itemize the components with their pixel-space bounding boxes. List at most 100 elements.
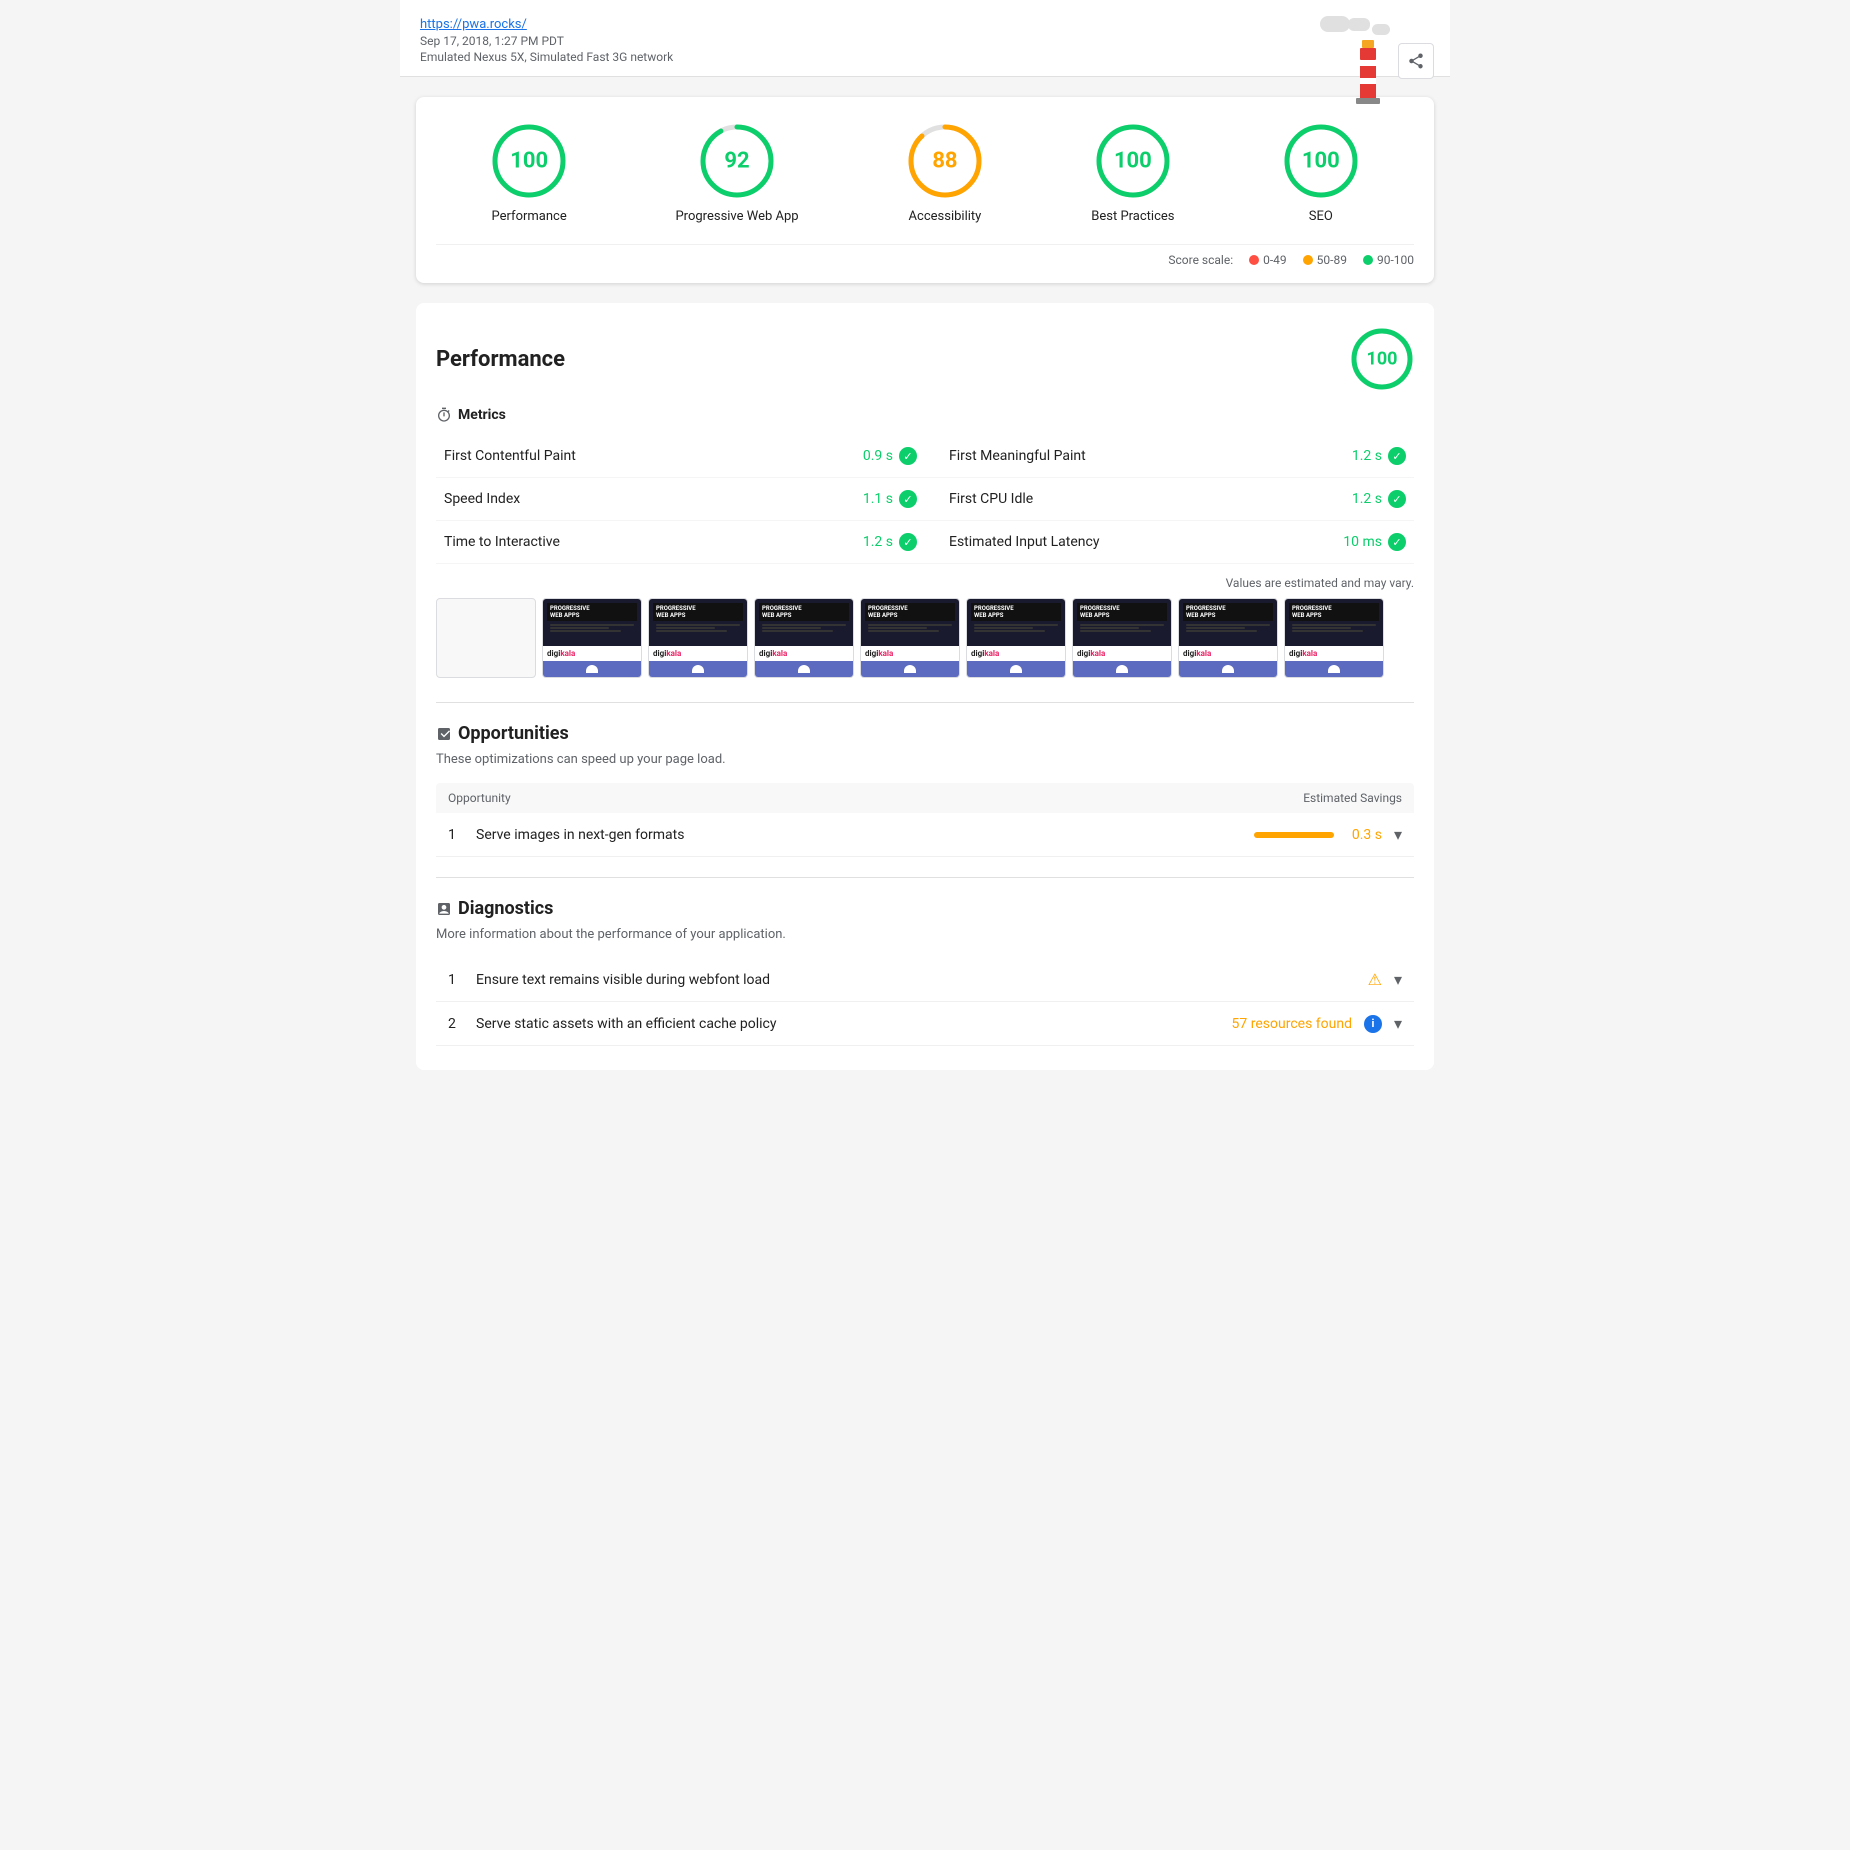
diagnostics-list: 1 Ensure text remains visible during web… [436,958,1414,1046]
metric-value: 1.2 s ✓ [1352,447,1406,465]
metric-name: Time to Interactive [444,534,560,550]
frame-arch [1328,665,1340,673]
green-dot [1363,255,1373,265]
score-item-accessibility: 88 Accessibility [905,121,985,224]
check-icon: ✓ [899,490,917,508]
score-label: Best Practices [1091,209,1174,224]
scale-label: Score scale: [1168,253,1233,267]
red-dot [1249,255,1259,265]
metric-name: First Meaningful Paint [949,448,1086,464]
score-number: 88 [932,149,957,174]
frame-arch [1010,665,1022,673]
opp-name: Serve images in next-gen formats [476,827,1242,843]
diag-status: ⚠ [1368,970,1382,989]
frame-arch [1222,665,1234,673]
metrics-left-col: First Contentful Paint 0.9 s ✓ Speed Ind… [436,435,925,564]
frame-bottom [967,661,1065,677]
score-number: 100 [1302,149,1340,174]
filmstrip-frame: PROGRESSIVEWEB APPS digikala [542,598,642,678]
score-number: 100 [1114,149,1152,174]
frame-content: PROGRESSIVEWEB APPS digikala [543,599,641,677]
opp-num: 1 [448,827,464,843]
scale-red: 0-49 [1249,253,1287,267]
lighthouse-svg [1346,36,1390,106]
scores-row: 100 Performance 92 Progressive Web App 8… [436,121,1414,224]
frame-logo: digikala [1179,646,1277,661]
expand-chevron-icon[interactable]: ▾ [1394,825,1402,844]
opportunities-desc: These optimizations can speed up your pa… [436,752,1414,767]
expand-chevron-icon[interactable]: ▾ [1394,970,1402,989]
score-item-best-practices: 100 Best Practices [1091,121,1174,224]
frame-bottom [543,661,641,677]
share-icon [1407,52,1425,70]
orange-dot [1303,255,1313,265]
scale-orange: 50-89 [1303,253,1347,267]
frame-content: PROGRESSIVEWEB APPS digikala [649,599,747,677]
warning-icon: ⚠ [1368,970,1382,989]
values-note: Values are estimated and may vary. [436,576,1414,590]
share-button[interactable] [1398,43,1434,79]
frame-bottom [755,661,853,677]
frame-content: PROGRESSIVEWEB APPS digikala [861,599,959,677]
check-icon: ✓ [1388,533,1406,551]
metric-row: First Contentful Paint 0.9 s ✓ [436,435,925,478]
page-url[interactable]: https://pwa.rocks/ [420,17,527,32]
frame-top: PROGRESSIVEWEB APPS [649,599,747,646]
score-item-seo: 100 SEO [1281,121,1361,224]
score-circle: 100 [1281,121,1361,201]
filmstrip-frame: PROGRESSIVEWEB APPS digikala [1072,598,1172,678]
frame-arch [1116,665,1128,673]
diag-num: 2 [448,1016,464,1032]
score-scale: Score scale: 0-49 50-89 90-100 [436,244,1414,267]
divider-1 [436,702,1414,703]
check-icon: ✓ [899,447,917,465]
diag-num: 1 [448,972,464,988]
frame-top: PROGRESSIVEWEB APPS [1285,599,1383,646]
diagnostics-title: Diagnostics [458,898,553,919]
cloud-small [1372,24,1390,35]
metric-value: 1.2 s ✓ [1352,490,1406,508]
frame-top: PROGRESSIVEWEB APPS [543,599,641,646]
metrics-title: Metrics [458,407,506,423]
frame-content: PROGRESSIVEWEB APPS digikala [967,599,1065,677]
timer-icon [436,407,452,423]
frame-arch [904,665,916,673]
metric-value: 1.1 s ✓ [863,490,917,508]
col-savings: Estimated Savings [1303,791,1402,805]
frame-bottom [1285,661,1383,677]
table-header: Opportunity Estimated Savings [436,783,1414,813]
score-circle: 100 [1093,121,1173,201]
score-item-performance: 100 Performance [489,121,569,224]
metrics-grid: First Contentful Paint 0.9 s ✓ Speed Ind… [436,435,1414,564]
opportunities-header: Opportunities [436,723,1414,744]
frame-bottom [1073,661,1171,677]
diagnostic-row[interactable]: 2 Serve static assets with an efficient … [436,1002,1414,1046]
performance-section-header: Performance 100 [436,327,1414,391]
header-actions [1320,16,1434,106]
frame-logo: digikala [1073,646,1171,661]
expand-chevron-icon[interactable]: ▾ [1394,1014,1402,1033]
filmstrip: PROGRESSIVEWEB APPS digikala PROGRESSIVE… [436,598,1414,678]
opportunities-title: Opportunities [458,723,569,744]
metric-value: 0.9 s ✓ [863,447,917,465]
metric-time: 10 ms [1343,534,1382,550]
performance-score-value: 100 [1367,349,1398,370]
scale-green: 90-100 [1363,253,1414,267]
opp-bar-wrap: 0.3 s [1254,827,1382,843]
diagnostic-row[interactable]: 1 Ensure text remains visible during web… [436,958,1414,1002]
performance-score-circle: 100 [1350,327,1414,391]
scale-green-label: 90-100 [1377,253,1414,267]
check-icon: ✓ [1388,447,1406,465]
metric-name: Estimated Input Latency [949,534,1099,550]
opportunities-list: 1 Serve images in next-gen formats 0.3 s… [436,813,1414,857]
score-label: Progressive Web App [675,209,798,224]
cloud-left [1320,16,1350,32]
frame-arch [586,665,598,673]
filmstrip-frame: PROGRESSIVEWEB APPS digikala [754,598,854,678]
frame-content: PROGRESSIVEWEB APPS digikala [1285,599,1383,677]
score-number: 100 [510,149,548,174]
metric-row: Speed Index 1.1 s ✓ [436,478,925,521]
frame-bottom [1179,661,1277,677]
opportunity-row[interactable]: 1 Serve images in next-gen formats 0.3 s… [436,813,1414,857]
metric-time: 1.1 s [863,491,893,507]
